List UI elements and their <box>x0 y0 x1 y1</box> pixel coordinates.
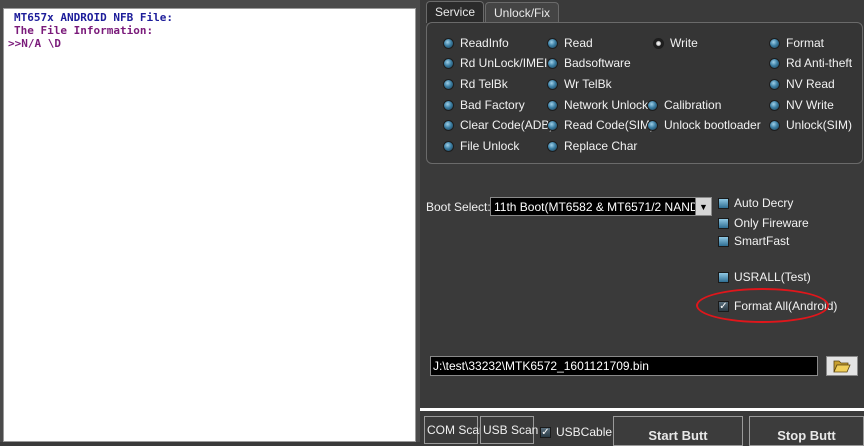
radio-rd-telbk[interactable]: Rd TelBk <box>443 76 508 92</box>
tab-bar: Service Unlock/Fix <box>426 1 560 23</box>
checkbox-auto-decry[interactable]: Auto Decry <box>718 195 793 211</box>
dropdown-arrow-icon[interactable]: ▼ <box>695 198 711 215</box>
bottom-toolbar: COM Scan USB Scan ✓ USBCable Start Butt … <box>420 408 864 446</box>
radio-label: NV Read <box>786 77 835 91</box>
radio-label: Unlock(SIM) <box>786 118 853 132</box>
radio-icon <box>547 119 558 131</box>
radio-icon <box>769 99 780 111</box>
file-path-field[interactable]: J:\test\33232\MTK6572_1601121709.bin <box>430 356 818 376</box>
radio-rd-anti-theft[interactable]: Rd Anti-theft <box>769 55 852 71</box>
radio-label: File Unlock <box>460 139 520 153</box>
radio-label: Read <box>564 36 593 50</box>
checkbox-only-fireware[interactable]: Only Fireware <box>718 215 809 231</box>
radio-label: Bad Factory <box>460 98 525 112</box>
radio-label: Clear Code(ADB) <box>460 118 554 132</box>
radio-format[interactable]: Format <box>769 35 824 51</box>
radio-label: Format <box>786 36 825 50</box>
log-line-value: >>N/A \D <box>8 37 61 50</box>
radio-icon <box>443 57 454 69</box>
checkbox-label: Only Fireware <box>734 216 809 230</box>
boot-select-value: 11th Boot(MT6582 & MT6571/2 NAND) <box>494 199 695 214</box>
radio-label: ReadInfo <box>460 36 509 50</box>
radio-icon <box>443 37 454 49</box>
radio-badsoftware[interactable]: Badsoftware <box>547 55 631 71</box>
checkbox-label: USRALL(Test) <box>734 270 811 284</box>
radio-nv-read[interactable]: NV Read <box>769 76 835 92</box>
radio-icon <box>547 37 558 49</box>
radio-icon <box>547 99 558 111</box>
browse-button[interactable] <box>826 356 858 376</box>
radio-label: Write <box>670 36 698 50</box>
boot-select-dropdown[interactable]: 11th Boot(MT6582 & MT6571/2 NAND) ▼ <box>490 197 712 216</box>
radio-write[interactable]: Write <box>653 35 698 51</box>
red-highlight-ellipse <box>696 288 829 323</box>
radio-icon <box>769 78 780 90</box>
radio-label: Network Unlock <box>564 98 649 112</box>
radio-icon <box>443 140 454 152</box>
radio-clear-code-adb[interactable]: Clear Code(ADB) <box>443 117 553 133</box>
radio-label: Badsoftware <box>564 56 631 70</box>
boot-select-label: Boot Select: <box>426 200 491 214</box>
radio-label: NV Write <box>786 98 834 112</box>
log-output[interactable]: MT657x ANDROID NFB File: The File Inform… <box>3 8 416 442</box>
log-line-info: The File Information: <box>14 24 154 37</box>
checkbox-icon <box>718 197 729 209</box>
tab-service[interactable]: Service <box>426 1 485 23</box>
radio-rd-unlock-imei[interactable]: Rd UnLock/IMEI <box>443 55 547 71</box>
radio-icon <box>769 37 780 49</box>
checkbox-usb-cable[interactable]: ✓ USBCable <box>540 425 612 439</box>
radio-icon <box>647 119 658 131</box>
checkbox-usrall-test[interactable]: USRALL(Test) <box>718 269 811 285</box>
usb-scan-button[interactable]: USB Scan <box>480 416 538 444</box>
radio-label: Read Code(SIM) <box>564 118 655 132</box>
radio-label: Unlock bootloader <box>664 118 761 132</box>
radio-icon <box>647 99 658 111</box>
radio-unlock-sim[interactable]: Unlock(SIM) <box>769 117 852 133</box>
checkbox-icon <box>718 217 729 229</box>
radio-nv-write[interactable]: NV Write <box>769 97 834 113</box>
service-options-group: ReadInfo Read Write Format Rd UnLock/IME… <box>426 22 863 164</box>
radio-icon <box>547 140 558 152</box>
radio-icon <box>443 78 454 90</box>
radio-label: Wr TelBk <box>564 77 612 91</box>
radio-label: Replace Char <box>564 139 638 153</box>
radio-read[interactable]: Read <box>547 35 593 51</box>
checkbox-smartfast[interactable]: SmartFast <box>718 233 789 249</box>
radio-calibration[interactable]: Calibration <box>647 97 721 113</box>
radio-network-unlock[interactable]: Network Unlock <box>547 97 648 113</box>
folder-open-icon <box>833 360 851 373</box>
radio-label: Rd TelBk <box>460 77 508 91</box>
radio-icon <box>547 57 558 69</box>
com-scan-button[interactable]: COM Scan <box>424 416 486 444</box>
radio-icon <box>443 119 454 131</box>
right-panel: Service Unlock/Fix ReadInfo Read Write F… <box>420 0 864 446</box>
radio-read-code-sim[interactable]: Read Code(SIM) <box>547 117 654 133</box>
radio-label: Rd UnLock/IMEI <box>460 56 548 70</box>
radio-icon <box>443 99 454 111</box>
radio-readinfo[interactable]: ReadInfo <box>443 35 509 51</box>
radio-icon <box>547 78 558 90</box>
radio-label: Calibration <box>664 98 722 112</box>
radio-icon <box>769 119 780 131</box>
radio-selected-icon <box>653 37 664 49</box>
radio-icon <box>769 57 780 69</box>
checkbox-label: Auto Decry <box>734 196 794 210</box>
usb-cable-label: USBCable <box>556 425 613 439</box>
log-line-title: MT657x ANDROID NFB File: <box>14 11 173 24</box>
radio-replace-char[interactable]: Replace Char <box>547 138 637 154</box>
radio-unlock-bootloader[interactable]: Unlock bootloader <box>647 117 761 133</box>
radio-bad-factory[interactable]: Bad Factory <box>443 97 525 113</box>
checkbox-icon <box>718 271 729 283</box>
checkbox-label: SmartFast <box>734 234 790 248</box>
log-panel: MT657x ANDROID NFB File: The File Inform… <box>0 0 420 442</box>
checkmark-icon: ✓ <box>540 426 551 438</box>
tab-unlock-fix[interactable]: Unlock/Fix <box>485 2 560 22</box>
radio-wr-telbk[interactable]: Wr TelBk <box>547 76 612 92</box>
checkbox-icon <box>718 235 729 247</box>
radio-label: Rd Anti-theft <box>786 56 853 70</box>
radio-file-unlock[interactable]: File Unlock <box>443 138 519 154</box>
